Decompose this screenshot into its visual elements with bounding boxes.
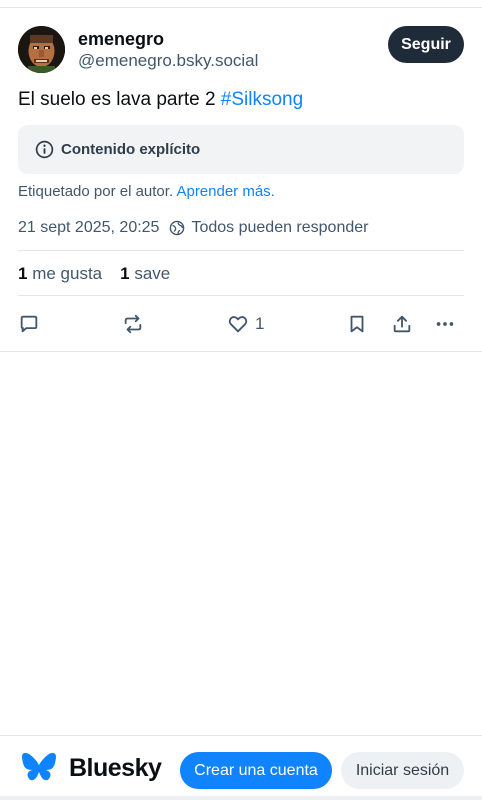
signup-footer: Bluesky Crear una cuenta Iniciar sesión [0, 735, 482, 800]
comment-icon [20, 315, 38, 333]
hashtag-link[interactable]: #Silksong [221, 89, 303, 110]
author-info: emenegro @emenegro.bsky.social [78, 28, 258, 72]
author-handle[interactable]: @emenegro.bsky.social [78, 50, 258, 72]
content-label-text: Contenido explícito [61, 141, 201, 158]
create-account-button[interactable]: Crear una cuenta [180, 752, 332, 789]
more-icon [436, 322, 454, 326]
top-divider [0, 7, 482, 8]
butterfly-icon [22, 752, 56, 781]
author-row: emenegro @emenegro.bsky.social Seguir [18, 26, 464, 76]
bookmark-button[interactable] [346, 311, 368, 337]
doom-face-icon [18, 26, 65, 73]
brand-name: Bluesky [69, 753, 162, 782]
author-display-name[interactable]: emenegro [78, 28, 258, 50]
stats-top-divider [18, 250, 464, 251]
post-body-text: El suelo es lava parte 2 [18, 89, 221, 110]
sign-in-button[interactable]: Iniciar sesión [341, 752, 464, 789]
likes-count: 1 [18, 264, 28, 283]
info-icon [35, 140, 54, 159]
learn-more-link[interactable]: Aprender más. [176, 183, 274, 200]
heart-icon [228, 316, 248, 333]
follow-button[interactable]: Seguir [388, 26, 464, 63]
likes-label: me gusta [32, 264, 103, 283]
post-meta: 21 sept 2025, 20:25 Todos pueden respond… [18, 219, 368, 237]
avatar[interactable] [18, 26, 65, 73]
globe-icon [169, 220, 185, 236]
saves-count: 1 [120, 264, 130, 283]
repost-button[interactable] [122, 311, 144, 337]
more-options-button[interactable] [434, 311, 456, 337]
post-timestamp: 21 sept 2025, 20:25 [18, 219, 160, 236]
labeled-by-note: Etiquetado por el autor. Aprender más. [18, 183, 275, 200]
likes-stat[interactable]: 1 me gusta [18, 264, 102, 284]
like-button[interactable]: 1 [227, 311, 264, 337]
share-icon [393, 315, 411, 333]
bookmark-icon [350, 315, 364, 333]
labeled-by-text: Etiquetado por el autor. [18, 183, 174, 200]
reply-button[interactable] [18, 311, 40, 337]
stats-bottom-divider [18, 295, 464, 296]
engagement-stats: 1 me gusta 1 save [18, 264, 170, 284]
bluesky-logo[interactable]: Bluesky [21, 752, 162, 784]
content-warning-label[interactable]: Contenido explícito [18, 125, 464, 174]
saves-label: save [134, 264, 171, 283]
post-text: El suelo es lava parte 2 #Silksong [18, 88, 303, 112]
reply-setting-text[interactable]: Todos pueden responder [191, 219, 368, 237]
saves-stat[interactable]: 1 save [120, 264, 170, 284]
repost-icon [124, 314, 142, 334]
share-button[interactable] [391, 311, 413, 337]
bottom-strip [0, 796, 482, 800]
post-bottom-divider [0, 351, 482, 352]
like-count: 1 [255, 314, 265, 333]
post-actions: 1 [18, 311, 464, 339]
